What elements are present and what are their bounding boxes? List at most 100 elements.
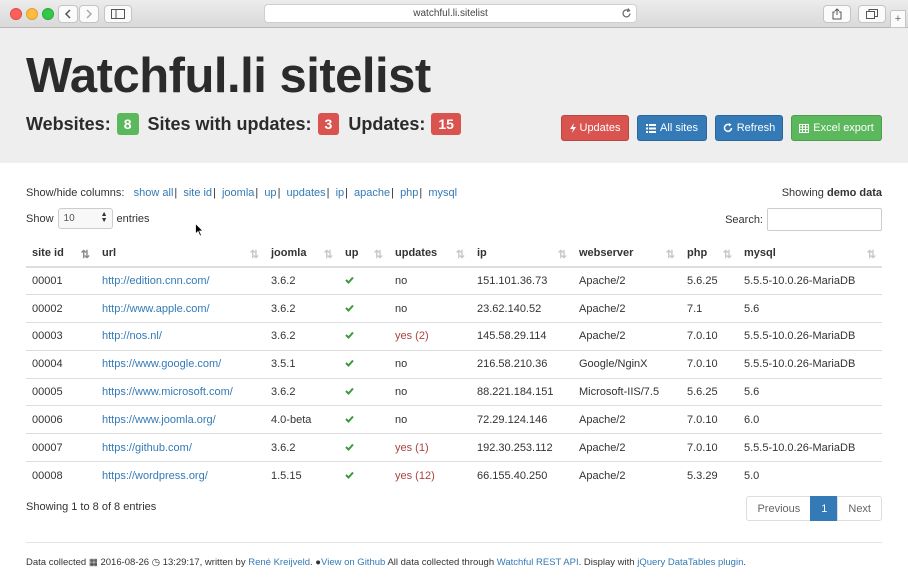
cell-ip: 151.101.36.73 [477,275,548,288]
cell-url[interactable]: https://www.google.com/ [96,349,265,379]
minimize-window-button[interactable] [26,8,38,20]
col-joomla[interactable]: joomla ⇅ [265,240,339,268]
author-link[interactable]: René Kreijveld [248,557,310,568]
github-link[interactable]: View on Github [321,557,385,568]
footer-date: 2016-08-26 [100,557,150,568]
sites-table: site id ⇅ url ⇅ joomla ⇅ up ⇅ updates ⇅ ip ⇅ w… [26,240,882,490]
cell-url[interactable]: http://www.apple.com/ [96,294,265,323]
tabs-icon [866,9,878,19]
toggle-mysql[interactable]: mysql [428,187,457,199]
browser-toolbar: watchful.li.sitelist + [0,0,908,28]
plus-icon: + [894,13,902,25]
entries-label: entries [116,212,150,225]
cell-url[interactable]: http://nos.nl/ [96,322,265,351]
check-icon [345,386,354,398]
cell-updates: yes (2) [389,322,471,351]
sidebar-toggle-button[interactable] [104,5,132,23]
pagination: Previous 1 Next [746,496,882,521]
search-label: Search: [725,213,763,226]
share-button[interactable] [823,5,851,23]
toggle-joomla[interactable]: joomla [222,187,254,199]
cell-mysql: 5.5.5-10.0.26-MariaDB [738,433,882,462]
table-row: 00004 https://www.google.com/3.5.1 no 216.5… [26,349,882,379]
cell-updates: no [389,349,471,379]
sort-icon: ⇅ [665,249,675,261]
cell-php: 7.0.10 [681,433,738,462]
cell-url[interactable]: http://edition.cnn.com/ [96,267,265,295]
datatables-link[interactable]: jQuery DataTables plugin [637,557,743,568]
toggle-show-all[interactable]: show all [134,187,174,199]
toggle-ip[interactable]: ip [336,187,345,199]
cell-updates: no [395,275,408,288]
cell-site-id: 00001 [32,275,63,288]
cell-webserver: Apache/2 [573,461,681,490]
col-php[interactable]: php ⇅ [681,240,738,268]
page-1-button[interactable]: 1 [810,496,839,521]
col-up[interactable]: up ⇅ [339,240,389,268]
toggle-apache[interactable]: apache [354,187,390,199]
cell-webserver: Apache/2 [579,275,626,288]
toggle-php[interactable]: php [400,187,418,199]
back-button[interactable] [58,5,78,23]
page-title: Watchful.li sitelist [26,49,431,103]
all-sites-button[interactable]: All sites [637,115,707,141]
cell-joomla: 3.6.2 [271,275,296,288]
check-icon [345,275,354,287]
cell-mysql: 6.0 [738,405,882,434]
toggle-up[interactable]: up [264,187,276,199]
cell-php: 7.0.10 [681,405,738,434]
table-row: 00003 http://nos.nl/3.6.2 yes (2) 145.58.29… [26,322,882,351]
list-icon [646,123,657,133]
cell-url[interactable]: https://www.microsoft.com/ [96,377,265,406]
cell-url[interactable]: https://wordpress.org/ [96,461,265,490]
col-webserver[interactable]: webserver ⇅ [573,240,681,268]
table-info: Showing 1 to 8 of 8 entries [26,501,157,513]
forward-button[interactable] [79,5,99,23]
col-mysql[interactable]: mysql ⇅ [738,240,882,268]
websites-count-badge: 8 [116,113,139,135]
cell-url[interactable]: https://github.com/ [96,433,265,462]
updates-button-label: Updates [579,122,621,134]
cell-url[interactable]: https://www.joomla.org/ [96,405,265,434]
excel-export-button[interactable]: Excel export [791,115,882,141]
reload-icon[interactable] [621,8,632,19]
col-ip[interactable]: ip ⇅ [471,240,573,268]
col-updates[interactable]: updates ⇅ [389,240,471,268]
cell-up [339,322,389,351]
toggle-updates[interactable]: updates [286,187,325,199]
cell-updates: yes (12) [389,461,471,490]
previous-page-button[interactable]: Previous [746,496,812,521]
page-length-select[interactable]: 10 ▲ ▼ [57,208,113,229]
tabs-overview-button[interactable] [858,5,886,23]
table-icon [799,123,810,133]
cell-webserver: Apache/2 [573,322,681,351]
toggle-site-id[interactable]: site id [183,187,212,199]
search-input[interactable] [767,208,882,231]
check-icon [345,303,354,315]
cell-webserver: Google/NginX [573,349,681,379]
api-link[interactable]: Watchful REST API [497,557,579,568]
cell-webserver: Microsoft-IIS/7.5 [573,377,681,406]
page-length-value: 10 [63,213,75,224]
new-tab-button[interactable]: + [890,10,906,28]
check-icon [345,414,354,426]
all-sites-button-label: All sites [660,122,698,134]
excel-export-button-label: Excel export [813,122,874,134]
zoom-window-button[interactable] [42,8,54,20]
cell-mysql: 5.5.5-10.0.26-MariaDB [744,275,856,288]
address-bar[interactable]: watchful.li.sitelist [264,4,637,23]
updates-count-badge: 15 [431,113,461,135]
refresh-button[interactable]: Refresh [715,115,783,141]
col-url[interactable]: url ⇅ [96,240,265,268]
check-icon [345,358,354,370]
close-window-button[interactable] [10,8,22,20]
col-site-id[interactable]: site id ⇅ [26,240,96,268]
cell-mysql: 5.0 [738,461,882,490]
cell-php: 5.3.29 [681,461,738,490]
sort-icon: ⇅ [373,249,383,261]
cell-joomla: 3.6.2 [265,433,339,462]
table-row: 00008 https://wordpress.org/1.5.15 yes (12… [26,461,882,490]
check-icon [345,330,354,342]
next-page-button[interactable]: Next [837,496,882,521]
updates-button[interactable]: Updates [561,115,629,141]
